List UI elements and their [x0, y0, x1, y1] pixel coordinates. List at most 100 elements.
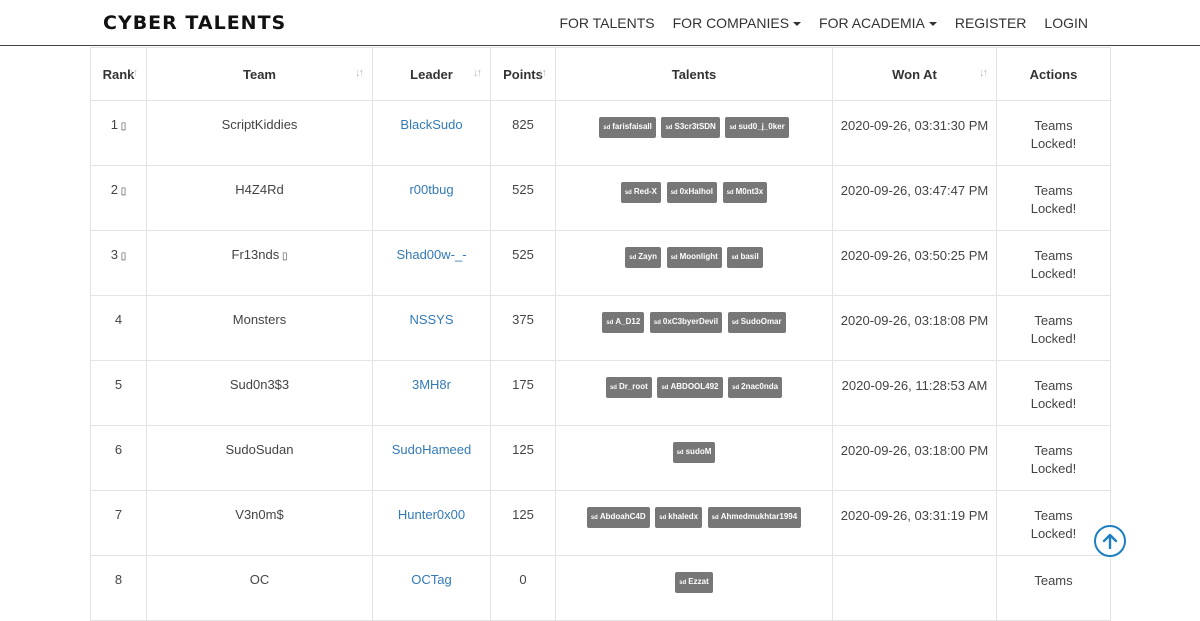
sort-icon[interactable]: ↓↑	[538, 67, 547, 79]
talent-name: ABDOOL492	[670, 382, 719, 391]
talent-badge[interactable]: sd Red-X	[620, 182, 661, 203]
rank-value: 1	[110, 117, 118, 132]
leader-link[interactable]: Hunter0x00	[398, 507, 465, 522]
sort-icon[interactable]: ↓↑	[473, 67, 482, 79]
talent-badge[interactable]: sd sudoM	[672, 442, 716, 463]
brand-logo[interactable]: CYBER TALENTS	[103, 12, 286, 34]
talents-cell: sd Zayn sd Moonlight sd basil	[555, 230, 833, 296]
teams-locked-status: Teams Locked!	[1030, 378, 1077, 411]
leader-cell: BlackSudo	[372, 100, 491, 166]
leader-link[interactable]: 3MH8r	[412, 377, 451, 392]
leader-link[interactable]: BlackSudo	[400, 117, 462, 132]
talent-badge-prefix: sd	[590, 515, 598, 521]
teams-locked-status: Teams Locked!	[1030, 183, 1077, 216]
talent-badge[interactable]: sd ABDOOL492	[657, 377, 723, 398]
talents-cell: sd AbdoahC4D sd khaledx sd Ahmedmukhtar1994	[555, 490, 833, 556]
talent-badge-prefix: sd	[670, 190, 678, 196]
teams-locked-status: Teams Locked!	[1030, 443, 1077, 476]
talents-cell: sd A_D12 sd 0xC3byerDevil sd SudoOmar	[555, 295, 833, 361]
leaderboard-table: Rank ↓↑ Team ↓↑ Leader ↓↑ Points ↓↑ Talents Won A…	[90, 47, 1111, 621]
sort-icon[interactable]: ↓↑	[355, 67, 364, 79]
leader-link[interactable]: SudoHameed	[392, 442, 472, 457]
rank-cell: 4	[90, 295, 147, 361]
talent-badge-prefix: sd	[711, 515, 719, 521]
sort-icon[interactable]: ↓↑	[129, 67, 138, 79]
talent-name: 0xC3byerDevil	[662, 317, 719, 326]
talent-badge-prefix: sd	[729, 125, 737, 131]
talent-badge-prefix: sd	[676, 450, 684, 456]
talent-name: Red-X	[633, 187, 657, 196]
nav-item-register[interactable]: REGISTER	[955, 15, 1027, 31]
column-header-actions: Actions	[996, 47, 1111, 101]
nav-item-for-talents[interactable]: FOR TALENTS	[559, 15, 654, 31]
rank-value: 3	[110, 247, 118, 262]
leader-link[interactable]: r00tbug	[409, 182, 453, 197]
actions-cell: Teams Locked!	[996, 165, 1111, 231]
column-header-team[interactable]: Team ↓↑	[146, 47, 373, 101]
team-cell: Fr13nds ▯	[146, 230, 373, 296]
nav-item-login[interactable]: LOGIN	[1044, 15, 1088, 31]
won-at-value: 2020-09-26, 03:31:30 PM	[840, 118, 989, 133]
nav-item-for-companies[interactable]: FOR COMPANIES	[673, 15, 802, 31]
talent-badge[interactable]: sd 2nac0nda	[728, 377, 783, 398]
talent-badge[interactable]: sd SudoOmar	[727, 312, 786, 333]
talent-name: sudoM	[685, 447, 712, 456]
talents-cell: sd sudoM	[555, 425, 833, 491]
teams-locked-status: Teams	[1034, 573, 1073, 588]
leader-cell: Shad00w-_-	[372, 230, 491, 296]
points-cell: 375	[490, 295, 556, 361]
talent-badge[interactable]: sd S3cr3tSDN	[661, 117, 720, 138]
leader-link[interactable]: Shad00w-_-	[396, 247, 466, 262]
column-header-leader[interactable]: Leader ↓↑	[372, 47, 491, 101]
column-header-rank[interactable]: Rank ↓↑	[90, 47, 147, 101]
team-cell: Monsters	[146, 295, 373, 361]
column-header-talents: Talents	[555, 47, 833, 101]
won-at-value: 2020-09-26, 03:47:47 PM	[840, 183, 989, 198]
won-at-cell: 2020-09-26, 03:50:25 PM	[832, 230, 997, 296]
points-value: 825	[512, 117, 534, 132]
talent-name: Moonlight	[679, 252, 718, 261]
sort-icon[interactable]: ↓↑	[979, 67, 988, 79]
team-cell: ScriptKiddies	[146, 100, 373, 166]
leader-cell: NSSYS	[372, 295, 491, 361]
won-at-cell: 2020-09-26, 03:47:47 PM	[832, 165, 997, 231]
actions-cell: Teams Locked!	[996, 490, 1111, 556]
leader-cell: Hunter0x00	[372, 490, 491, 556]
team-cell: H4Z4Rd	[146, 165, 373, 231]
talent-badge[interactable]: sd Ezzat	[675, 572, 713, 593]
talent-badge[interactable]: sd Zayn	[625, 247, 661, 268]
rank-cell: 5	[90, 360, 147, 426]
talent-badge[interactable]: sd basil	[727, 247, 763, 268]
talent-badge[interactable]: sd 0xC3byerDevil	[649, 312, 723, 333]
talent-badge[interactable]: sd farisfaisall	[599, 117, 656, 138]
talent-badge[interactable]: sd A_D12	[602, 312, 645, 333]
rank-value: 2	[110, 182, 118, 197]
column-header-won-at[interactable]: Won At ↓↑	[832, 47, 997, 101]
talent-badge[interactable]: sd Ahmedmukhtar1994	[707, 507, 802, 528]
talent-badge[interactable]: sd Dr_root	[605, 377, 652, 398]
table-row: 5 Sud0n3$3 3MH8r 175 sd Dr_root sd ABDOOL492 s…	[90, 360, 1111, 426]
talent-badge[interactable]: sd sud0_j_0ker	[725, 117, 789, 138]
teams-locked-status: Teams Locked!	[1030, 118, 1077, 151]
won-at-cell: 2020-09-26, 11:28:53 AM	[832, 360, 997, 426]
talent-badge[interactable]: sd AbdoahC4D	[586, 507, 650, 528]
talent-badge[interactable]: sd khaledx	[655, 507, 703, 528]
column-header-points[interactable]: Points ↓↑	[490, 47, 556, 101]
leader-link[interactable]: NSSYS	[409, 312, 453, 327]
team-emoji-icon: ▯	[279, 251, 288, 262]
medal-icon: ▯	[117, 186, 127, 197]
talent-badge-prefix: sd	[731, 320, 739, 326]
column-header-label: Leader	[410, 66, 453, 82]
scroll-to-top-button[interactable]	[1094, 525, 1126, 557]
talent-name: Dr_root	[618, 382, 648, 391]
points-cell: 525	[490, 230, 556, 296]
talent-badge[interactable]: sd Moonlight	[666, 247, 722, 268]
talent-badge-prefix: sd	[670, 255, 678, 261]
team-name: H4Z4Rd	[235, 182, 284, 197]
table-row: 1 ▯ ScriptKiddies BlackSudo 825 sd farisfaisa…	[90, 100, 1111, 166]
nav-item-for-academia[interactable]: FOR ACADEMIA	[819, 15, 937, 31]
won-at-value: 2020-09-26, 03:50:25 PM	[840, 248, 989, 263]
won-at-cell	[832, 555, 997, 621]
talent-badge[interactable]: sd M0nt3x	[722, 182, 768, 203]
talent-badge[interactable]: sd 0xHalhol	[666, 182, 717, 203]
